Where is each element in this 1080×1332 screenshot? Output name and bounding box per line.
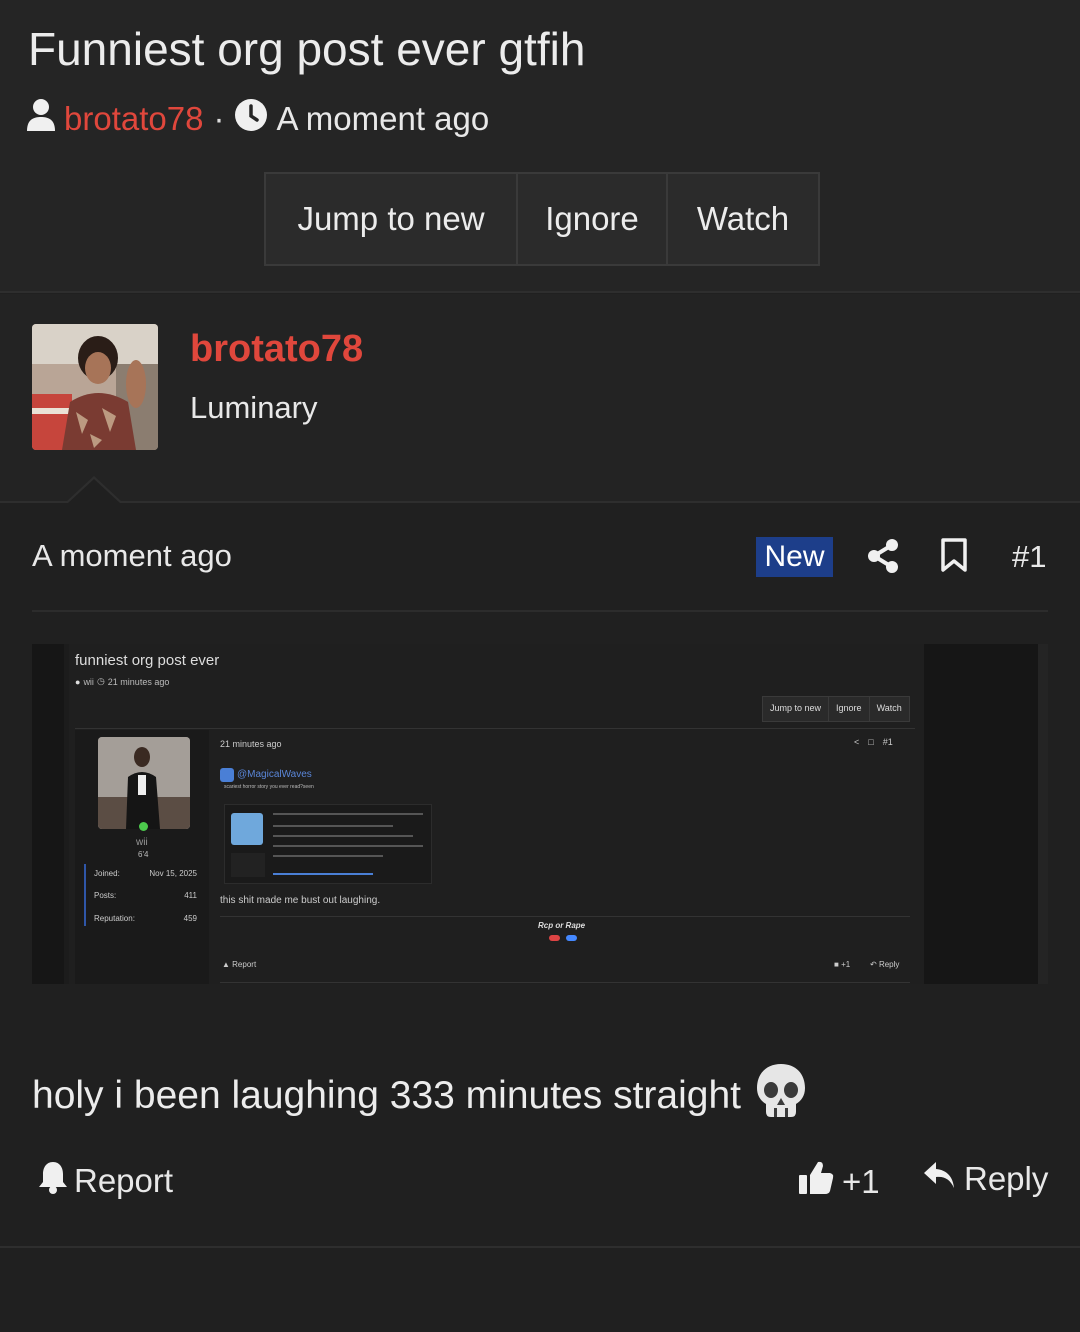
shot-stat-label: Reputation: xyxy=(94,914,135,923)
user-rank: Luminary xyxy=(190,390,318,425)
shot-title: funniest org post ever xyxy=(75,652,220,669)
shot-post-icons: < □ #1 xyxy=(854,737,893,747)
shot-report: ▲ Report xyxy=(222,960,257,969)
shot-signature: Rcp or Rape xyxy=(538,921,586,930)
shot-bell-icon: ▲ xyxy=(222,960,230,969)
post-username[interactable]: brotato78 xyxy=(190,328,363,371)
shot-nested-avatar xyxy=(231,813,263,845)
shot-stat-value: 459 xyxy=(183,914,197,923)
shot-actions: Jump to new Ignore Watch xyxy=(762,696,910,722)
header-divider xyxy=(0,291,1080,293)
watch-button[interactable]: Watch xyxy=(666,174,818,264)
post-bottom-divider xyxy=(0,1246,1080,1248)
avatar[interactable] xyxy=(32,324,158,450)
user-divider xyxy=(0,501,1080,503)
meta-separator: · xyxy=(213,100,225,137)
shot-meta: ● wii ◷ 21 minutes ago xyxy=(75,676,169,687)
share-icon[interactable] xyxy=(866,538,900,579)
shot-reply-icon: ↶ xyxy=(870,960,877,969)
bookmark-icon[interactable] xyxy=(940,537,968,578)
user-caret-inner xyxy=(68,479,120,503)
post-body: holy i been laughing 333 minutes straigh… xyxy=(32,1062,807,1130)
post-header-divider xyxy=(32,610,1048,612)
user-icon xyxy=(26,98,56,140)
shot-stat-label: Posts: xyxy=(94,891,117,900)
shot-online-dot xyxy=(139,822,148,831)
shot-user-icon: ● xyxy=(75,676,81,687)
post-image[interactable]: funniest org post ever ● wii ◷ 21 minute… xyxy=(32,644,1048,984)
shot-jump-button: Jump to new xyxy=(770,703,822,713)
shot-ignore-button: Ignore xyxy=(828,697,869,721)
report-label: Report xyxy=(74,1162,174,1199)
shot-stat-label: Joined: xyxy=(94,869,120,878)
shot-username: wii xyxy=(136,837,148,848)
thread-meta: brotato78 · A moment ago xyxy=(26,96,489,142)
shot-like: ■ +1 xyxy=(834,960,851,969)
bell-icon xyxy=(38,1160,68,1202)
shot-share-icon: < xyxy=(854,737,860,747)
thread-actions: Jump to new Ignore Watch xyxy=(264,172,820,266)
reply-button[interactable]: Reply xyxy=(922,1160,1048,1198)
shot-quote-line: scariest horror story you ever read?seen xyxy=(224,784,314,790)
shot-caption: this shit made me bust out laughing. xyxy=(220,895,381,906)
ignore-button[interactable]: Ignore xyxy=(516,174,666,264)
post-number-link[interactable]: #1 xyxy=(1012,539,1046,575)
post-time: A moment ago xyxy=(32,538,232,573)
shot-stats: Joined: Nov 15, 2025 Posts: 411 Reputati… xyxy=(84,864,202,926)
reply-icon xyxy=(922,1160,956,1198)
shot-bookmark-icon: □ xyxy=(868,737,874,747)
shot-stat-value: Nov 15, 2025 xyxy=(149,869,197,878)
shot-height: 6'4 xyxy=(138,850,149,859)
post-user-block xyxy=(0,294,1080,502)
like-button[interactable]: +1 xyxy=(798,1160,880,1204)
shot-reply: ↶ Reply xyxy=(870,960,900,969)
report-button[interactable]: Report xyxy=(38,1160,173,1202)
shot-author: wii xyxy=(83,676,94,687)
jump-to-new-button[interactable]: Jump to new xyxy=(266,174,516,264)
shot-time: 21 minutes ago xyxy=(107,676,170,687)
shot-nested-quote xyxy=(224,804,432,884)
like-count: +1 xyxy=(842,1163,880,1200)
shot-thumb-icon: ■ xyxy=(834,960,839,969)
post-body-text: holy i been laughing 333 minutes straigh… xyxy=(32,1074,741,1117)
thread-time: A moment ago xyxy=(276,100,490,137)
skull-icon xyxy=(755,1062,807,1130)
new-badge: New xyxy=(756,537,833,577)
thread-title: Funniest org post ever gtfih xyxy=(28,23,586,75)
shot-avatar xyxy=(98,737,190,829)
clock-icon xyxy=(234,98,268,140)
thumbs-up-icon xyxy=(798,1160,834,1204)
shot-post-time: 21 minutes ago xyxy=(220,739,282,749)
shot-post-number: #1 xyxy=(882,737,893,747)
shot-stat-value: 411 xyxy=(184,891,197,900)
shot-watch-button: Watch xyxy=(868,697,909,721)
reply-label: Reply xyxy=(964,1160,1049,1197)
shot-clock-icon: ◷ xyxy=(96,676,105,686)
shot-quote-user: @MagicalWaves xyxy=(237,769,312,780)
shot-quote-avatar xyxy=(220,768,234,782)
thread-author-link[interactable]: brotato78 xyxy=(64,100,203,138)
